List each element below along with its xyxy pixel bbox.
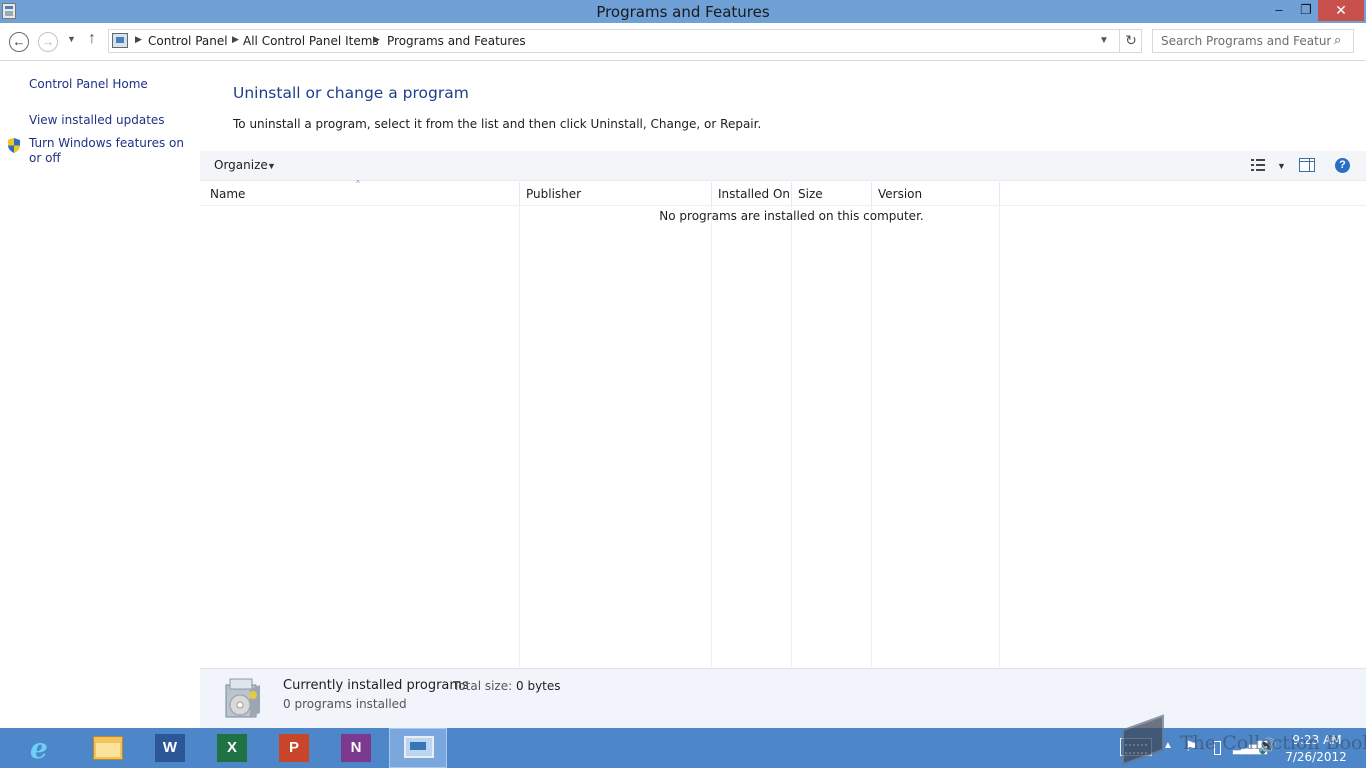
- clock-time[interactable]: 9:23 AM: [1290, 733, 1344, 747]
- organize-dropdown-icon[interactable]: ▼: [267, 161, 276, 171]
- header-divider: [200, 205, 1366, 206]
- clock-date[interactable]: 7/26/2012: [1285, 750, 1347, 764]
- taskbar-onenote[interactable]: N: [328, 728, 386, 768]
- command-toolbar: Organize ▼ ▼ ?: [200, 151, 1366, 181]
- minimize-button[interactable]: –: [1266, 0, 1292, 21]
- view-installed-updates-link[interactable]: View installed updates: [29, 113, 165, 128]
- action-center-flag-icon[interactable]: ⚑: [1185, 738, 1198, 768]
- powerpoint-icon: P: [279, 734, 309, 762]
- column-divider: [791, 206, 792, 668]
- column-divider: [519, 206, 520, 668]
- page-description: To uninstall a program, select it from t…: [233, 117, 762, 131]
- taskbar-file-explorer[interactable]: [80, 728, 138, 768]
- taskbar-word[interactable]: W: [142, 728, 200, 768]
- control-panel-icon: [404, 736, 434, 758]
- programs-count: 0 programs installed: [283, 697, 407, 711]
- details-pane: Currently installed programs Total size:…: [200, 668, 1366, 728]
- taskbar-control-panel[interactable]: [389, 728, 447, 768]
- address-bar[interactable]: ▶ Control Panel ▶ All Control Panel Item…: [108, 29, 1142, 53]
- title-bar[interactable]: Programs and Features – ❐ ✕: [0, 0, 1366, 23]
- onenote-icon: N: [341, 734, 371, 762]
- control-panel-home-link[interactable]: Control Panel Home: [29, 77, 148, 92]
- taskbar-powerpoint[interactable]: P: [266, 728, 324, 768]
- word-icon: W: [155, 734, 185, 762]
- breadcrumb-all-items[interactable]: All Control Panel Items: [243, 34, 379, 48]
- address-dropdown-icon[interactable]: ▼: [1099, 35, 1109, 46]
- details-title: Currently installed programs: [283, 678, 469, 693]
- breadcrumb-separator-icon[interactable]: ▶: [232, 34, 239, 45]
- search-input[interactable]: [1153, 30, 1331, 52]
- search-box[interactable]: ⌕: [1152, 29, 1354, 53]
- maximize-button[interactable]: ❐: [1293, 0, 1319, 21]
- breadcrumb-control-panel[interactable]: Control Panel: [148, 34, 228, 48]
- program-list-empty[interactable]: No programs are installed on this comput…: [0, 209, 1366, 223]
- battery-icon[interactable]: [1214, 741, 1221, 755]
- installed-programs-icon: [225, 678, 260, 718]
- internet-explorer-icon: e: [30, 732, 48, 765]
- view-options-dropdown-icon[interactable]: ▼: [1277, 161, 1286, 171]
- recent-locations-dropdown[interactable]: ▼: [67, 34, 76, 44]
- folder-icon: [93, 736, 123, 760]
- column-divider: [711, 206, 712, 668]
- up-button[interactable]: ↑: [88, 30, 96, 48]
- taskbar: e W X P N ▲ ⚑ ▂▃▅▇ 🔊 9:23 AM 7/26/2012: [0, 728, 1366, 768]
- column-divider: [871, 206, 872, 668]
- forward-button[interactable]: →: [38, 32, 58, 52]
- back-button[interactable]: ←: [9, 32, 29, 52]
- breadcrumb-programs-features[interactable]: Programs and Features: [387, 34, 526, 48]
- control-panel-icon[interactable]: [112, 33, 128, 48]
- organize-button[interactable]: Organize: [214, 158, 268, 172]
- column-header-name[interactable]: Name: [204, 182, 520, 206]
- total-size-label: Total size:: [453, 679, 513, 693]
- taskbar-excel[interactable]: X: [204, 728, 262, 768]
- uac-shield-icon: [8, 138, 20, 153]
- touch-keyboard-icon[interactable]: [1120, 738, 1152, 756]
- empty-list-message: No programs are installed on this comput…: [659, 209, 924, 223]
- column-header-installed-on[interactable]: Installed On: [712, 182, 792, 206]
- search-icon[interactable]: ⌕: [1334, 32, 1341, 48]
- change-view-icon[interactable]: [1251, 159, 1265, 171]
- column-divider: [999, 206, 1000, 668]
- column-header-size[interactable]: Size: [792, 182, 872, 206]
- column-header-version[interactable]: Version: [872, 182, 1000, 206]
- total-size-value: 0 bytes: [516, 679, 561, 693]
- taskbar-internet-explorer[interactable]: e: [18, 728, 76, 768]
- window-title: Programs and Features: [596, 3, 770, 21]
- navigation-bar: ← → ▼ ↑ ▶ Control Panel ▶ All Control Pa…: [0, 23, 1366, 61]
- show-hidden-icons-chevron-icon[interactable]: ▲: [1163, 740, 1173, 768]
- breadcrumb-separator-icon[interactable]: ▶: [373, 34, 380, 45]
- volume-icon[interactable]: 🔊: [1258, 737, 1277, 768]
- left-task-pane: Control Panel Home View installed update…: [0, 62, 200, 728]
- breadcrumb-separator-icon[interactable]: ▶: [135, 34, 142, 45]
- help-icon[interactable]: ?: [1335, 158, 1350, 173]
- sort-ascending-icon: ^: [356, 179, 360, 188]
- windows-features-link[interactable]: Turn Windows features on or off: [29, 136, 194, 166]
- preview-pane-icon[interactable]: [1299, 158, 1315, 172]
- excel-icon: X: [217, 734, 247, 762]
- close-button[interactable]: ✕: [1318, 0, 1364, 21]
- column-header-publisher[interactable]: Publisher: [520, 182, 712, 206]
- refresh-button[interactable]: ↻: [1119, 30, 1142, 52]
- page-title: Uninstall or change a program: [233, 84, 469, 102]
